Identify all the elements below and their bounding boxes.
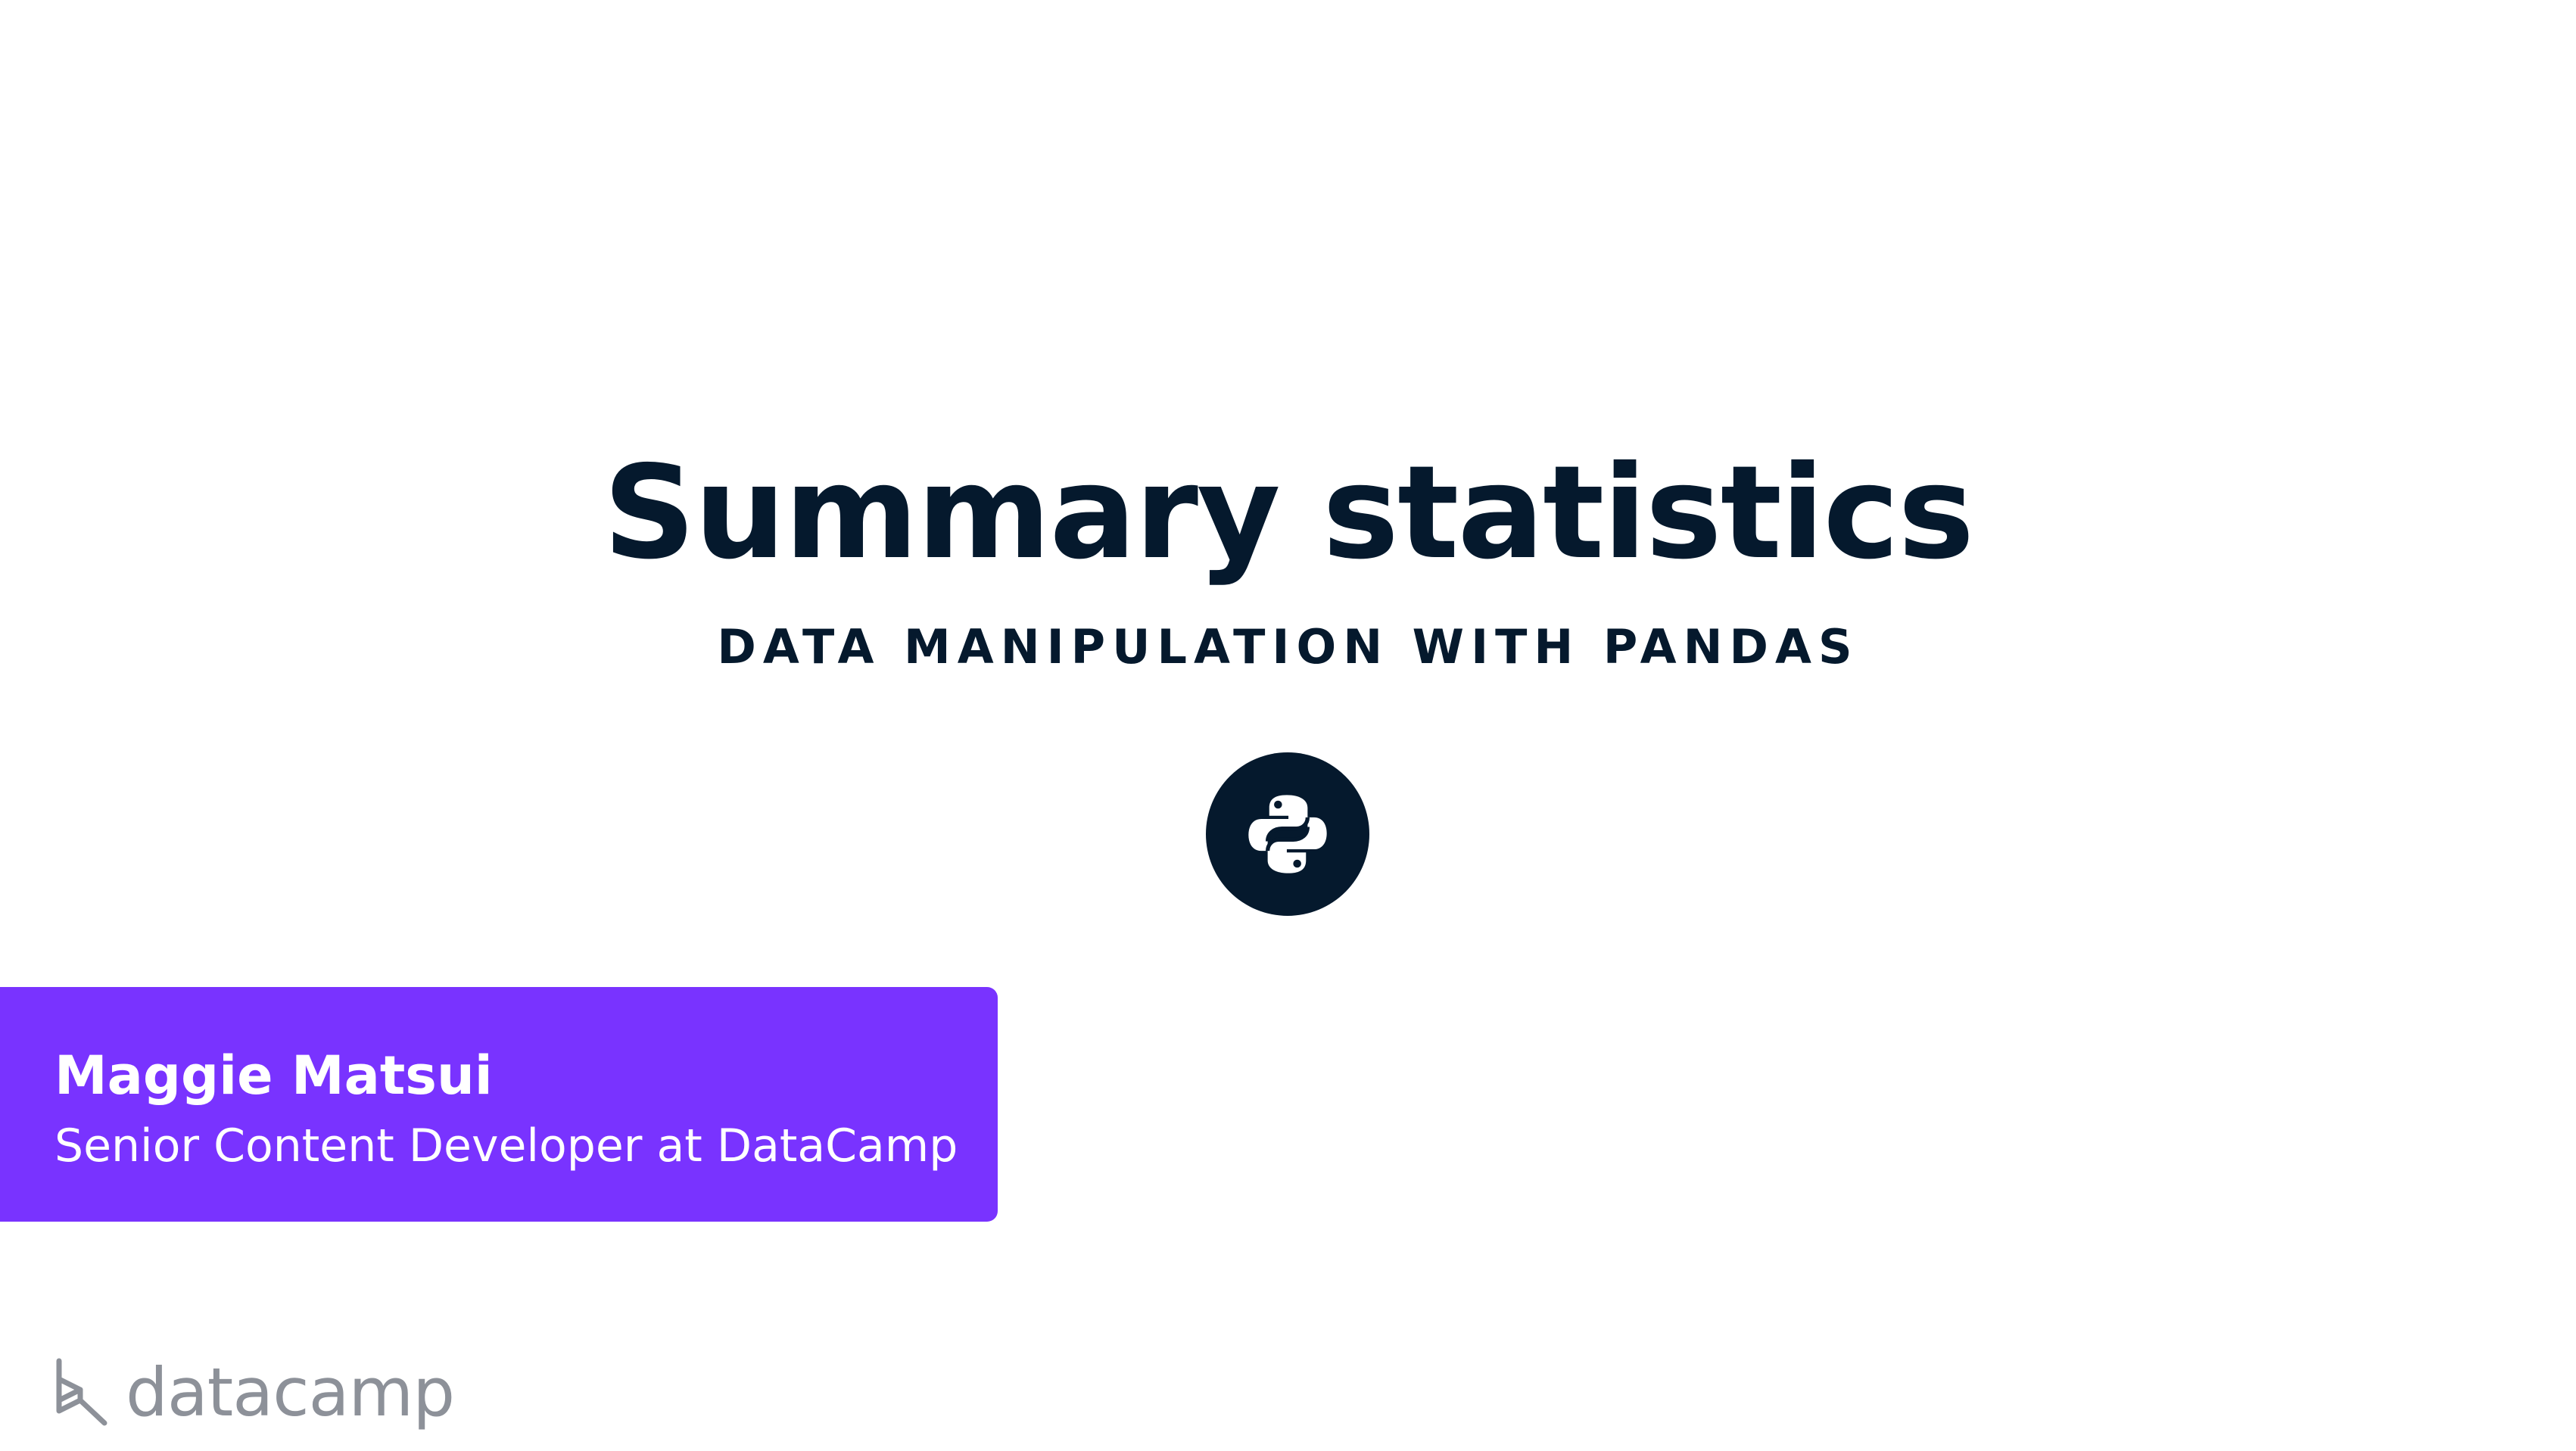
datacamp-logo-icon [56, 1358, 107, 1426]
author-role: Senior Content Developer at DataCamp [55, 1119, 958, 1172]
author-card: Maggie Matsui Senior Content Developer a… [0, 987, 998, 1222]
slide: Summary statistics DATA MANIPULATION WIT… [0, 0, 2576, 1451]
course-subtitle: DATA MANIPULATION WITH PANDAS [717, 619, 1859, 674]
brand-logo: datacamp [53, 1351, 455, 1434]
brand-name: datacamp [126, 1353, 455, 1431]
slide-title: Summary statistics [603, 438, 1975, 588]
python-logo-icon [1206, 752, 1369, 916]
author-name: Maggie Matsui [55, 1045, 493, 1107]
